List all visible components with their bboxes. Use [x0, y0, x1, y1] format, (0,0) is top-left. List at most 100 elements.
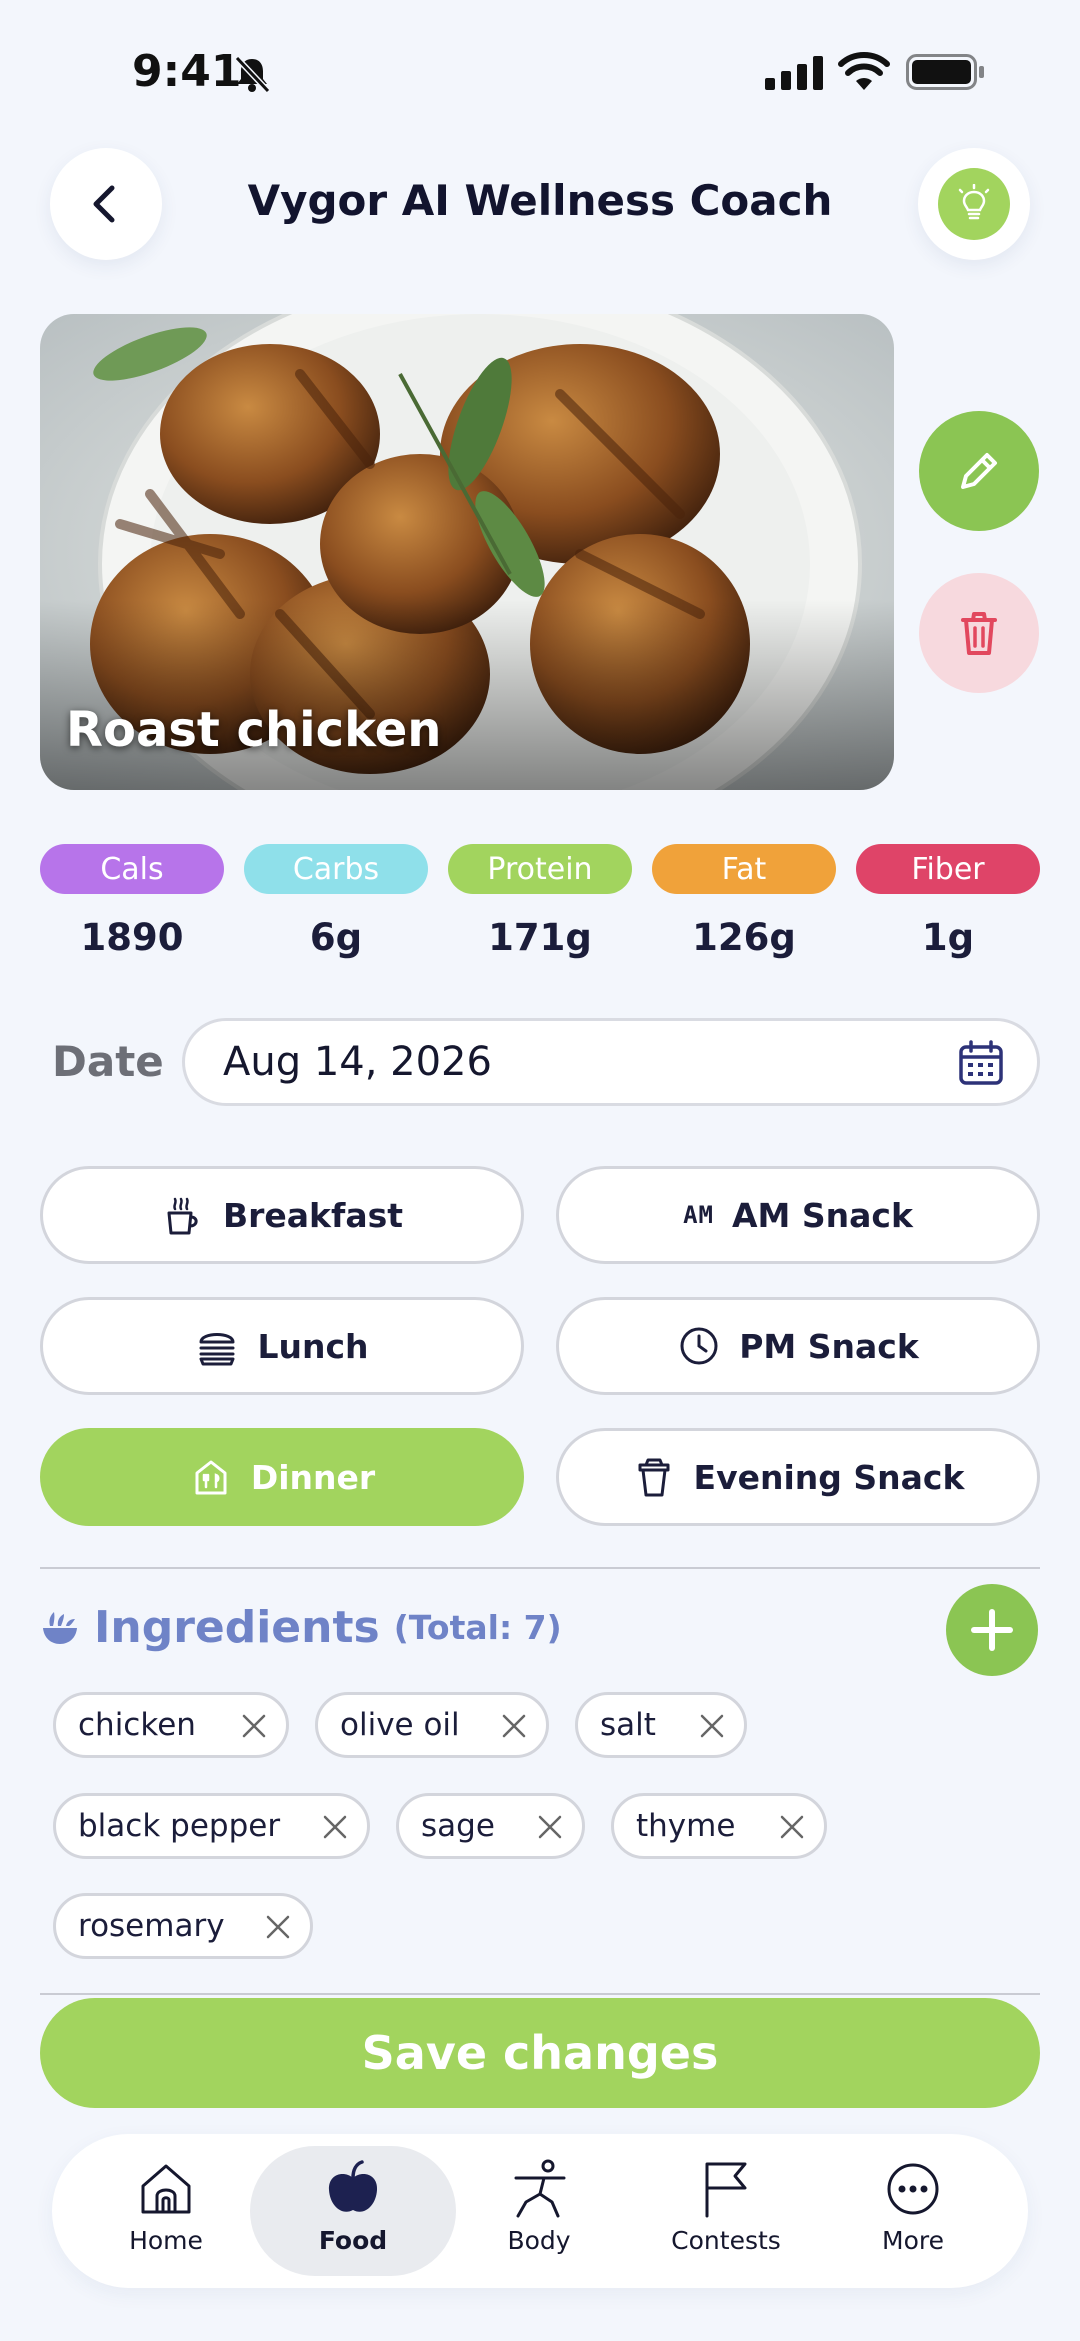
chevron-left-icon [93, 185, 115, 223]
nutrient-value: 1890 [80, 916, 184, 959]
meal-evening-snack-button[interactable]: Evening Snack [556, 1428, 1040, 1526]
body-pose-icon [514, 2159, 566, 2218]
wifi-icon [838, 52, 890, 90]
meal-label: AM Snack [732, 1195, 913, 1235]
ingredient-chip: rosemary [53, 1893, 313, 1959]
ingredient-name: olive oil [340, 1707, 460, 1743]
ai-coach-button[interactable] [918, 148, 1030, 260]
page-title: Vygor AI Wellness Coach [247, 176, 833, 225]
nav-home[interactable]: Home [76, 2146, 256, 2276]
meal-label: Evening Snack [693, 1457, 965, 1497]
add-ingredient-button[interactable] [946, 1584, 1038, 1676]
battery-icon [906, 54, 984, 90]
status-bar: 9:41 [0, 0, 1080, 150]
cup-icon [638, 1458, 670, 1497]
nav-contests[interactable]: Contests [636, 2146, 816, 2276]
ingredient-chip: chicken [53, 1692, 289, 1758]
lightbulb-icon [958, 184, 990, 220]
delete-button[interactable] [919, 573, 1039, 693]
nutrient-summary: Cals 1890 Carbs 6g Protein 171g Fat 126g… [40, 844, 1040, 964]
meal-dinner-button[interactable]: Dinner [40, 1428, 524, 1526]
nutrient-value: 126g [692, 916, 796, 959]
ingredient-name: sage [421, 1808, 495, 1844]
nutrient-label: Fat [652, 844, 836, 894]
ingredients-title: Ingredients [94, 1602, 380, 1653]
nav-more[interactable]: More [823, 2146, 1003, 2276]
date-label: Date [52, 1037, 164, 1086]
meal-label: Lunch [257, 1326, 369, 1366]
calendar-icon[interactable] [957, 1039, 1005, 1087]
nutrient-value: 1g [921, 916, 975, 959]
cellular-signal-icon [765, 56, 823, 90]
back-button[interactable] [50, 148, 162, 260]
ingredients-total: (Total: 7) [393, 1608, 562, 1647]
pencil-icon [961, 453, 997, 489]
ingredient-chip: olive oil [315, 1692, 549, 1758]
trash-icon [961, 612, 997, 655]
nutrient-carbs: Carbs 6g [244, 844, 428, 959]
ingredients-header: Ingredients (Total: 7) [40, 1602, 562, 1653]
nutrient-label: Protein [448, 844, 632, 894]
ingredient-name: black pepper [78, 1808, 281, 1844]
meal-label: Dinner [250, 1457, 376, 1497]
date-picker-field[interactable]: Aug 14, 2026 [182, 1018, 1040, 1106]
nutrient-value: 6g [309, 916, 363, 959]
ingredient-name: salt [600, 1707, 656, 1743]
remove-icon[interactable] [778, 1813, 806, 1841]
ingredient-chip: sage [396, 1793, 585, 1859]
nutrient-label: Carbs [244, 844, 428, 894]
meal-am-snack-button[interactable]: AM AM Snack [556, 1166, 1040, 1264]
nav-label: Contests [671, 2226, 781, 2255]
date-value: Aug 14, 2026 [223, 1039, 492, 1085]
remove-icon[interactable] [698, 1712, 726, 1740]
nav-label: Body [507, 2226, 571, 2255]
ingredient-chip: salt [575, 1692, 747, 1758]
nutrient-value: 171g [488, 916, 592, 959]
more-icon [887, 2163, 939, 2215]
burger-icon [199, 1333, 235, 1366]
nutrient-label: Fiber [856, 844, 1040, 894]
clock-icon [680, 1327, 718, 1365]
flag-icon [705, 2162, 747, 2218]
ingredient-name: chicken [78, 1707, 196, 1743]
ingredient-name: thyme [636, 1808, 736, 1844]
nutrient-protein: Protein 171g [448, 844, 632, 959]
plus-icon [971, 1609, 1013, 1651]
bottom-nav: Home Food Body Contests More [52, 2134, 1028, 2288]
bell-off-icon [234, 55, 271, 94]
home-icon [141, 2164, 191, 2214]
nav-label: Food [318, 2226, 388, 2255]
remove-icon[interactable] [264, 1913, 292, 1941]
divider [40, 1567, 1040, 1569]
nutrient-cals: Cals 1890 [40, 844, 224, 959]
nutrient-fiber: Fiber 1g [856, 844, 1040, 959]
apple-icon [328, 2160, 378, 2212]
meal-lunch-button[interactable]: Lunch [40, 1297, 524, 1395]
edit-button[interactable] [919, 411, 1039, 531]
food-name: Roast chicken [66, 702, 442, 758]
ingredient-name: rosemary [78, 1908, 225, 1944]
ingredient-chip: thyme [611, 1793, 827, 1859]
remove-icon[interactable] [536, 1813, 564, 1841]
restaurant-icon [195, 1460, 227, 1495]
remove-icon[interactable] [240, 1712, 268, 1740]
meal-breakfast-button[interactable]: Breakfast [40, 1166, 524, 1264]
food-photo: Roast chicken [40, 314, 894, 790]
meal-label: PM Snack [739, 1326, 919, 1366]
remove-icon[interactable] [321, 1813, 349, 1841]
remove-icon[interactable] [500, 1712, 528, 1740]
nav-body[interactable]: Body [449, 2146, 629, 2276]
meal-pm-snack-button[interactable]: PM Snack [556, 1297, 1040, 1395]
nav-food[interactable]: Food [250, 2146, 456, 2276]
nutrient-fat: Fat 126g [652, 844, 836, 959]
am-icon: AM [683, 1201, 714, 1229]
nutrient-label: Cals [40, 844, 224, 894]
ingredient-chip: black pepper [53, 1793, 370, 1859]
nav-label: More [882, 2226, 944, 2255]
salad-bowl-icon [43, 1611, 77, 1644]
save-changes-button[interactable]: Save changes [40, 1998, 1040, 2108]
divider [40, 1993, 1040, 1995]
nav-label: Home [129, 2226, 203, 2255]
coffee-cup-icon [167, 1197, 198, 1235]
status-time: 9:41 [132, 46, 242, 97]
